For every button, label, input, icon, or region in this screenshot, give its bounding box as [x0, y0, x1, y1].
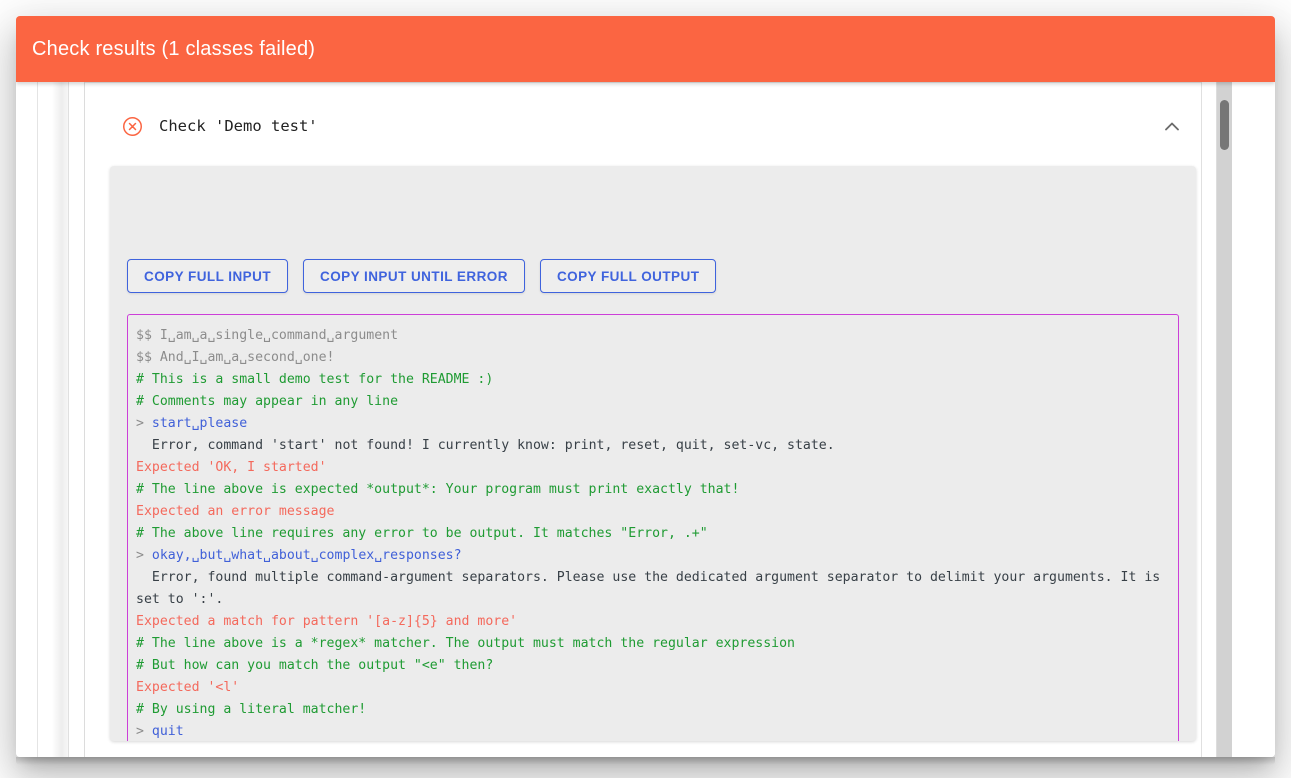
transcript-line: > start␣please: [136, 413, 1168, 435]
transcript-line: > quit: [136, 721, 1168, 741]
check-title: Check 'Demo test': [159, 117, 318, 135]
transcript-line-text: # But how can you match the output "<e" …: [136, 658, 494, 673]
results-panel-column: Check 'Demo test' COPY FULL INPUT COPY I…: [85, 82, 1201, 757]
frame-gutter-outer: [52, 82, 68, 757]
transcript-line: # Comments may appear in any line: [136, 391, 1168, 413]
check-panel-header[interactable]: Check 'Demo test': [110, 101, 1196, 151]
transcript-line-text: # The line above is a *regex* matcher. T…: [136, 636, 795, 651]
dialog-title: Check results (1 classes failed): [32, 37, 316, 60]
dialog-bottom-shadow: [16, 757, 1275, 765]
vertical-scrollbar-thumb[interactable]: [1220, 100, 1229, 150]
check-results-dialog: Check results (1 classes failed) Check '…: [16, 16, 1275, 757]
chevron-up-icon[interactable]: [1160, 114, 1184, 138]
transcript-line: # The line above is expected *output*: Y…: [136, 479, 1168, 501]
frame-edge-right-inner: [1201, 82, 1202, 757]
transcript-line: # By using a literal matcher!: [136, 699, 1168, 721]
transcript-line-prefix: >: [136, 416, 152, 431]
circle-x-icon: [122, 116, 143, 137]
test-transcript-code-block[interactable]: $$ I␣am␣a␣single␣command␣argument $$ And␣…: [127, 314, 1179, 741]
transcript-line-text: Error, found multiple command-argument s…: [136, 570, 1169, 607]
transcript-line: $$ I␣am␣a␣single␣command␣argument: [136, 325, 1168, 347]
transcript-line: Error, command 'start' not found! I curr…: [136, 435, 1168, 457]
transcript-line: # The above line requires any error to b…: [136, 523, 1168, 545]
transcript-line-prefix: >: [136, 548, 152, 563]
transcript-line: Expected '<l': [136, 677, 1168, 699]
copy-full-input-button[interactable]: COPY FULL INPUT: [127, 259, 289, 293]
transcript-line: Expected 'OK, I started': [136, 457, 1168, 479]
frame-gutter-right: [1202, 82, 1216, 757]
transcript-line-prefix: $$: [136, 350, 160, 365]
dialog-right-padding: [1232, 82, 1275, 757]
transcript-line-text: I␣am␣a␣single␣command␣argument: [159, 328, 399, 343]
transcript-line: Expected an error message: [136, 501, 1168, 523]
copy-full-output-button[interactable]: COPY FULL OUTPUT: [539, 259, 717, 293]
transcript-line-text: Expected a match for pattern '[a-z]{5} a…: [136, 614, 518, 629]
transcript-line-text: # By using a literal matcher!: [136, 702, 367, 717]
dialog-body: Check 'Demo test' COPY FULL INPUT COPY I…: [16, 82, 1275, 757]
check-detail-card: COPY FULL INPUT COPY INPUT UNTIL ERROR C…: [110, 166, 1196, 741]
transcript-line-text: Error, command 'start' not found! I curr…: [136, 438, 835, 453]
transcript-line-prefix: $$: [136, 328, 160, 343]
copy-input-until-error-button[interactable]: COPY INPUT UNTIL ERROR: [303, 259, 525, 293]
copy-button-row: COPY FULL INPUT COPY INPUT UNTIL ERROR C…: [127, 259, 717, 293]
transcript-line-text: And␣I␣am␣a␣second␣one!: [159, 350, 335, 365]
transcript-line: $$ And␣I␣am␣a␣second␣one!: [136, 347, 1168, 369]
screen: Check results (1 classes failed) Check '…: [0, 0, 1291, 778]
transcript-line-text: # This is a small demo test for the READ…: [136, 372, 494, 387]
transcript-line-prefix: >: [136, 724, 152, 739]
frame-gutter-inner: [69, 82, 84, 757]
transcript-line: # This is a small demo test for the READ…: [136, 369, 1168, 391]
panel-divider: [85, 82, 1201, 83]
vertical-scrollbar-track[interactable]: [1217, 82, 1232, 757]
transcript-line-text: # The above line requires any error to b…: [136, 526, 708, 541]
transcript-line-text: Expected '<l': [136, 680, 240, 695]
transcript-line: Error, found multiple command-argument s…: [136, 567, 1168, 611]
transcript-line: > okay,␣but␣what␣about␣complex␣responses…: [136, 545, 1168, 567]
transcript-line: # But how can you match the output "<e" …: [136, 655, 1168, 677]
transcript-line: Expected a match for pattern '[a-z]{5} a…: [136, 611, 1168, 633]
frame-edge-middle: [68, 82, 69, 757]
transcript-line-text: # The line above is expected *output*: Y…: [136, 482, 740, 497]
transcript-line-text: quit: [151, 724, 184, 739]
transcript-line-text: # Comments may appear in any line: [136, 394, 399, 409]
transcript-line-text: okay,␣but␣what␣about␣complex␣responses?: [151, 548, 462, 563]
transcript-line-text: Expected an error message: [136, 504, 335, 519]
frame-edge-outer: [37, 82, 38, 757]
dialog-header: Check results (1 classes failed): [16, 16, 1275, 82]
transcript-line-text: Expected 'OK, I started': [136, 460, 327, 475]
transcript-line-text: start␣please: [151, 416, 248, 431]
transcript-line: # The line above is a *regex* matcher. T…: [136, 633, 1168, 655]
